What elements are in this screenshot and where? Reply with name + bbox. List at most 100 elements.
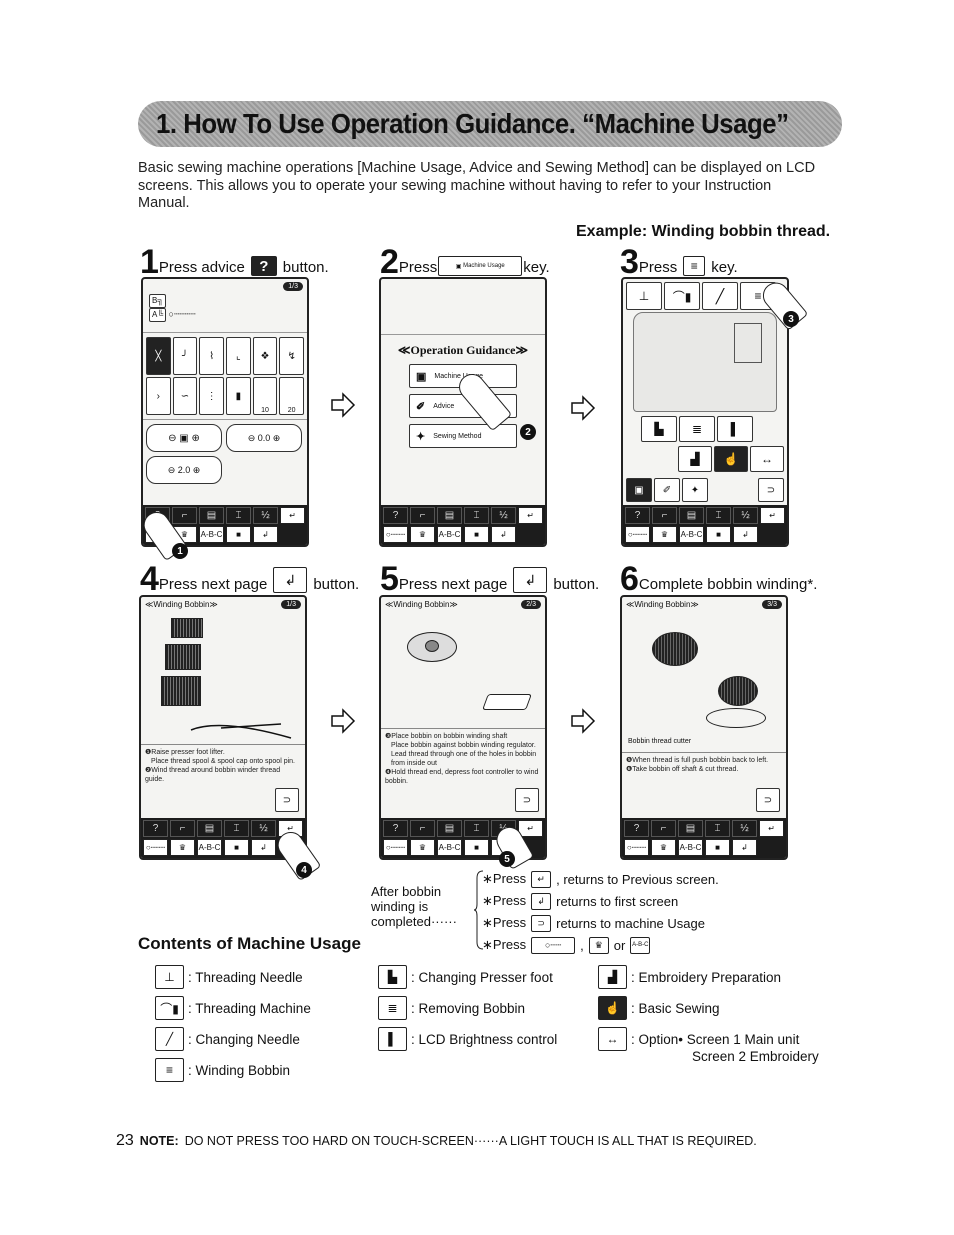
stitch-button[interactable]: ▮: [225, 377, 251, 415]
stitch-button[interactable]: ╯: [172, 337, 198, 375]
memory-button[interactable]: ▤: [437, 820, 462, 837]
memory-button[interactable]: ▤: [199, 507, 224, 524]
advice-tab[interactable]: ✐: [654, 478, 680, 502]
stitch-button[interactable]: ⌶: [224, 820, 249, 837]
utility-stitch-button[interactable]: ○┄┄┄: [143, 839, 168, 856]
stitch-button[interactable]: ⌶: [706, 507, 731, 524]
embroidery-button[interactable]: ♛: [652, 526, 677, 543]
basic-sewing-button[interactable]: ■: [464, 526, 489, 543]
stitch-button[interactable]: ⌶: [464, 820, 489, 837]
embroidery-button[interactable]: ♛: [170, 839, 195, 856]
sewing-method-button[interactable]: ✦ Sewing Method: [409, 424, 517, 448]
scissors-button[interactable]: ½: [732, 820, 757, 837]
toolbar-button[interactable]: ⌐: [170, 820, 195, 837]
basic-sewing-button[interactable]: ■: [226, 526, 251, 543]
removing-bobbin-button[interactable]: ≣: [679, 416, 715, 442]
advice-button[interactable]: ?: [143, 820, 168, 837]
threading-needle-button[interactable]: ⊥: [626, 282, 662, 310]
next-page-button[interactable]: ↲: [732, 839, 757, 856]
step-text: Press advice: [158, 259, 245, 276]
basic-sewing-button[interactable]: ■: [464, 839, 489, 856]
toolbar-button[interactable]: ⌐: [410, 507, 435, 524]
step-text: Complete bobbin winding*.: [638, 576, 818, 593]
alphabet-button[interactable]: A-B-C: [197, 839, 222, 856]
threading-machine-button[interactable]: ⌒▮: [664, 282, 700, 310]
toolbar-button[interactable]: ⌐: [410, 820, 435, 837]
basic-sewing-button[interactable]: ■: [706, 526, 731, 543]
advice-button[interactable]: ?: [624, 820, 649, 837]
alphabet-button[interactable]: A-B-C: [437, 839, 462, 856]
stitch-button[interactable]: ↯: [279, 337, 304, 375]
alphabet-button[interactable]: A-B-C: [679, 526, 704, 543]
alphabet-button[interactable]: A-B-C: [199, 526, 224, 543]
basic-sewing-button[interactable]: ■: [705, 839, 730, 856]
scissors-button[interactable]: ½: [733, 507, 758, 524]
contents-item: ☝: Basic Sewing: [598, 996, 819, 1020]
embroidery-button[interactable]: ♛: [651, 839, 676, 856]
stitch-button[interactable]: 10: [252, 377, 278, 415]
sewing-method-tab[interactable]: ✦: [682, 478, 708, 502]
return-machine-usage-button[interactable]: ⊃: [275, 788, 299, 812]
advice-button[interactable]: ?: [625, 507, 650, 524]
note-line: ❻Take bobbin off shaft & cut thread.: [626, 766, 739, 773]
embroidery-preparation-button[interactable]: ▟: [678, 446, 712, 472]
bobbin-thread-cutter-label: Bobbin thread cutter: [628, 738, 692, 745]
bobbin-cutter-illustration: Bobbin thread cutter: [622, 612, 786, 752]
next-page-button[interactable]: ↲: [491, 526, 516, 543]
next-page-button[interactable]: ↲: [253, 526, 278, 543]
return-machine-usage-button[interactable]: ⊃: [515, 788, 539, 812]
embroidery-button[interactable]: ♛: [410, 839, 435, 856]
next-page-button[interactable]: ↲: [251, 839, 276, 856]
return-machine-usage-button[interactable]: ⊃: [756, 788, 780, 812]
utility-stitch-button[interactable]: ○┄┄┄: [383, 526, 408, 543]
basic-sewing-guide-button[interactable]: ☝: [714, 446, 748, 472]
toolbar-button[interactable]: ⌐: [651, 820, 676, 837]
memory-button[interactable]: ▤: [679, 507, 704, 524]
stitch-button[interactable]: ⌶: [705, 820, 730, 837]
embroidery-button[interactable]: ♛: [410, 526, 435, 543]
toolbar-button[interactable]: ⌐: [652, 507, 677, 524]
changing-presser-foot-button[interactable]: ▙: [641, 416, 677, 442]
advice-button[interactable]: ?: [383, 820, 408, 837]
stitch-button[interactable]: ⌇: [199, 337, 224, 375]
step-number: 4: [140, 560, 159, 598]
alphabet-button[interactable]: A-B-C: [437, 526, 462, 543]
option-button[interactable]: ↔: [750, 446, 784, 472]
utility-stitch-button[interactable]: ○┄┄┄: [625, 526, 650, 543]
length-adjuster[interactable]: ⊖ 2.0 ⊕: [146, 456, 222, 484]
memory-button[interactable]: ▤: [197, 820, 222, 837]
stitch-button[interactable]: ⌶: [464, 507, 489, 524]
previous-screen-button[interactable]: ↵: [760, 507, 785, 524]
alphabet-button[interactable]: A-B-C: [678, 839, 703, 856]
position-adjuster[interactable]: ⊖ 0.0 ⊕: [226, 424, 302, 452]
memory-button[interactable]: ▤: [437, 507, 462, 524]
stitch-button[interactable]: ❖: [252, 337, 278, 375]
memory-button[interactable]: ▤: [678, 820, 703, 837]
lcd-brightness-button[interactable]: ▌: [717, 416, 753, 442]
previous-screen-button[interactable]: ↵: [518, 507, 543, 524]
stitch-button[interactable]: ›: [146, 377, 171, 415]
utility-stitch-button[interactable]: ○┄┄┄: [624, 839, 649, 856]
basic-sewing-button[interactable]: ■: [224, 839, 249, 856]
machine-usage-tab[interactable]: ▣: [626, 478, 652, 502]
previous-screen-button[interactable]: ↵: [280, 507, 305, 524]
item-label: : Winding Bobbin: [188, 1062, 291, 1078]
next-page-button[interactable]: ↲: [733, 526, 758, 543]
stitch-button[interactable]: ⌶: [226, 507, 251, 524]
toolbar-button[interactable]: ⌐: [172, 507, 197, 524]
utility-stitch-button[interactable]: ○┄┄┄: [383, 839, 408, 856]
stitch-button[interactable]: ⌞: [225, 337, 251, 375]
stitch-straight-selected[interactable]: ╳: [146, 337, 171, 375]
stitch-button[interactable]: ∽: [172, 377, 198, 415]
return-machine-usage-button[interactable]: ⊃: [758, 478, 784, 502]
advice-button[interactable]: ?: [383, 507, 408, 524]
stitch-button[interactable]: ⋮: [199, 377, 224, 415]
changing-needle-button[interactable]: ╱: [702, 282, 738, 310]
scissors-button[interactable]: ½: [491, 507, 516, 524]
previous-screen-button[interactable]: ↵: [759, 820, 784, 837]
scissors-button[interactable]: ½: [253, 507, 278, 524]
stitch-button[interactable]: 20: [279, 377, 304, 415]
width-adjuster[interactable]: ⊖ ▣ ⊕: [146, 424, 222, 452]
step-2-header: 2 Press ▣ Machine Usage key.: [380, 245, 550, 279]
scissors-button[interactable]: ½: [251, 820, 276, 837]
